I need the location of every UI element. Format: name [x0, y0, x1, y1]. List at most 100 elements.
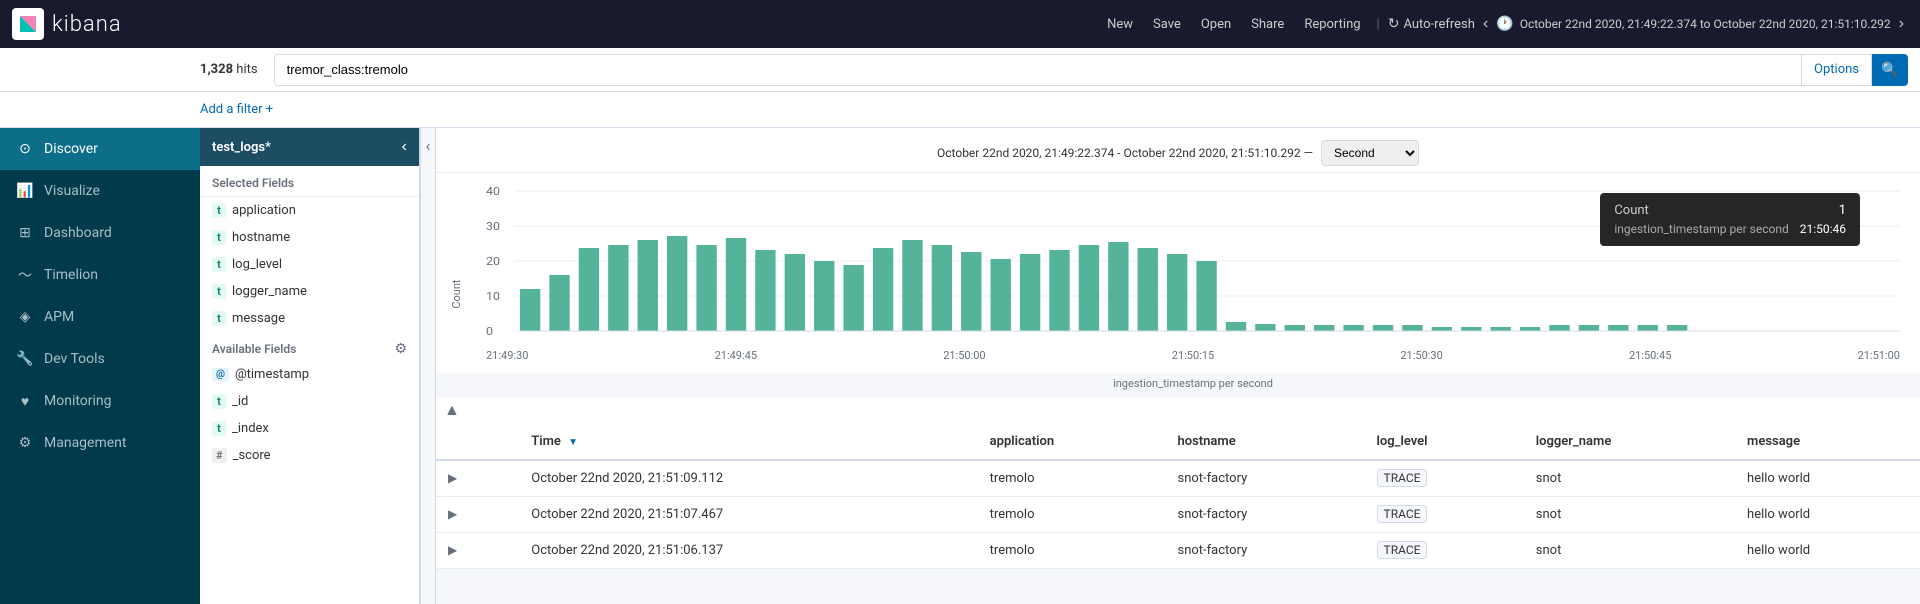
bar	[1167, 254, 1187, 331]
field-name: @timestamp	[235, 367, 309, 382]
share-button[interactable]: Share	[1243, 13, 1292, 36]
collapse-fields-button[interactable]: ‹	[402, 138, 407, 156]
message-cell: hello world	[1735, 497, 1920, 533]
hostname-cell: snot-factory	[1166, 533, 1365, 569]
search-input[interactable]	[274, 54, 1802, 86]
bar	[549, 275, 569, 331]
field-type-badge: t	[212, 257, 226, 272]
field-type-badge: t	[212, 230, 226, 245]
sidebar-item-apm[interactable]: ◈ APM	[0, 296, 200, 338]
field-item-index[interactable]: t _index	[200, 415, 419, 442]
col-header-application: application	[978, 424, 1166, 460]
add-filter-button[interactable]: Add a filter +	[200, 102, 273, 117]
sidebar-item-management[interactable]: ⚙ Management	[0, 422, 200, 464]
bar	[1020, 254, 1040, 331]
reporting-button[interactable]: Reporting	[1296, 13, 1368, 36]
table-container: Time ▼ application hostname log_level lo…	[436, 424, 1920, 569]
sidebar-item-devtools[interactable]: 🔧 Dev Tools	[0, 338, 200, 380]
auto-refresh-button[interactable]: ↻ Auto-refresh	[1388, 16, 1475, 32]
bar	[1255, 324, 1275, 331]
next-time-button[interactable]: ›	[1895, 13, 1908, 35]
new-button[interactable]: New	[1099, 13, 1141, 36]
chart-time-range: October 22nd 2020, 21:49:22.374 - Octobe…	[937, 146, 1313, 160]
x-axis-ticks: 21:49:30 21:49:45 21:50:00 21:50:15 21:5…	[486, 347, 1900, 362]
sidebar-item-label: Dashboard	[44, 225, 112, 241]
x-tick: 21:51:00	[1858, 349, 1900, 362]
time-cell: October 22nd 2020, 21:51:07.467	[519, 497, 977, 533]
chart-collapse-button[interactable]: ▲	[444, 402, 460, 420]
bar	[1108, 242, 1128, 331]
bar	[1285, 325, 1305, 331]
bar	[1520, 327, 1540, 331]
heart-icon: ♥	[16, 392, 34, 410]
options-button[interactable]: Options	[1802, 54, 1872, 86]
y-axis-label: Count	[450, 280, 463, 309]
timelion-icon: 〜	[16, 266, 34, 284]
histogram-chart: 40 30 20 10 0	[486, 183, 1900, 343]
bar	[991, 259, 1011, 331]
bar	[1138, 248, 1158, 331]
logo-text: kibana	[52, 12, 122, 37]
field-name: _score	[233, 448, 271, 463]
chart-svg-wrapper: 40 30 20 10 0	[486, 183, 1900, 362]
bar	[814, 261, 834, 331]
search-button[interactable]: 🔍	[1872, 54, 1908, 86]
svg-text:40: 40	[486, 185, 500, 198]
refresh-icon: ↻	[1388, 16, 1400, 32]
col-header-time[interactable]: Time ▼	[519, 424, 977, 460]
bar	[932, 245, 952, 331]
time-range-picker[interactable]: 🕐 October 22nd 2020, 21:49:22.374 to Oct…	[1496, 16, 1890, 32]
bar	[1402, 325, 1422, 331]
sidebar-item-visualize[interactable]: 📊 Visualize	[0, 170, 200, 212]
hostname-cell: snot-factory	[1166, 460, 1365, 497]
field-name: message	[232, 311, 285, 326]
bar-chart-icon: 📊	[16, 182, 34, 200]
bar	[726, 238, 746, 331]
chart-container: Count 40 30 20 10 0	[436, 173, 1920, 373]
save-button[interactable]: Save	[1145, 13, 1189, 36]
col-header-loglevel: log_level	[1365, 424, 1524, 460]
field-name: _id	[232, 394, 248, 409]
bar	[1549, 325, 1569, 331]
prev-time-button[interactable]: ‹	[1479, 13, 1492, 35]
field-item-message[interactable]: t message	[200, 305, 419, 332]
field-type-badge: #	[212, 448, 227, 463]
field-name: hostname	[232, 230, 290, 245]
field-item-application[interactable]: t application	[200, 197, 419, 224]
hostname-cell: snot-factory	[1166, 497, 1365, 533]
col-header-message: message	[1735, 424, 1920, 460]
col-header-hostname: hostname	[1166, 424, 1365, 460]
expand-row-button[interactable]: ▶	[448, 471, 457, 485]
open-button[interactable]: Open	[1193, 13, 1239, 36]
sidebar-item-discover[interactable]: ⊙ Discover	[0, 128, 200, 170]
sidebar-item-dashboard[interactable]: ⊞ Dashboard	[0, 212, 200, 254]
fields-settings-button[interactable]: ⚙	[394, 340, 407, 357]
apm-icon: ◈	[16, 308, 34, 326]
panel-separator[interactable]: ‹	[420, 128, 436, 604]
field-item-loggername[interactable]: t logger_name	[200, 278, 419, 305]
selected-fields-title: Selected Fields	[200, 166, 419, 197]
sidebar-item-monitoring[interactable]: ♥ Monitoring	[0, 380, 200, 422]
expand-row-button[interactable]: ▶	[448, 543, 457, 557]
field-name: application	[232, 203, 296, 218]
bar	[579, 248, 599, 331]
sidebar-item-label: APM	[44, 309, 74, 325]
loglevel-cell: TRACE	[1365, 497, 1524, 533]
field-item-score[interactable]: # _score	[200, 442, 419, 469]
loggername-cell: snot	[1524, 497, 1735, 533]
field-item-loglevel[interactable]: t log_level	[200, 251, 419, 278]
logo-area: kibana	[12, 8, 152, 40]
sidebar-item-timelion[interactable]: 〜 Timelion	[0, 254, 200, 296]
expand-row-button[interactable]: ▶	[448, 507, 457, 521]
field-type-badge: t	[212, 311, 226, 326]
field-type-badge: @	[212, 368, 229, 381]
field-item-timestamp[interactable]: @ @timestamp	[200, 361, 419, 388]
field-item-id[interactable]: t _id	[200, 388, 419, 415]
x-tick: 21:50:00	[943, 349, 985, 362]
available-fields-title: Available Fields	[212, 342, 296, 356]
field-item-hostname[interactable]: t hostname	[200, 224, 419, 251]
interval-select[interactable]: Second Auto Millisecond Minute Hour Day	[1321, 140, 1419, 166]
bar	[1226, 322, 1246, 331]
bar	[638, 240, 658, 331]
bar	[520, 289, 540, 331]
